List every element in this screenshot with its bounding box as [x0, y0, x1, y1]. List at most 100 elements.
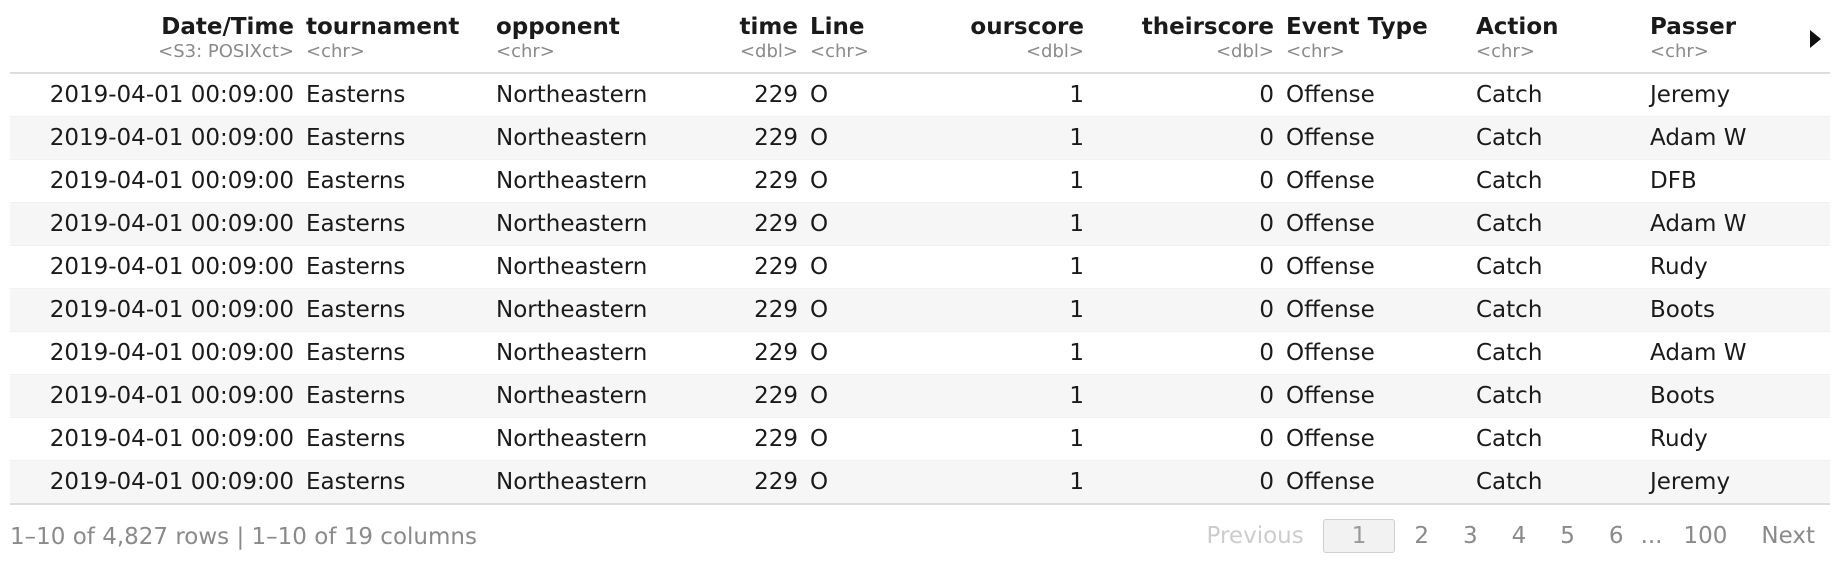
table-cell: O [804, 417, 916, 461]
table-cell: Adam W [1644, 116, 1804, 160]
column-type: <dbl> [1025, 41, 1084, 62]
table-cell: 2019-04-01 00:09:00 [10, 460, 300, 505]
table-cell: 229 [672, 288, 804, 332]
table-header-row: Date/Time <S3: POSIXct> tournament <chr> o… [10, 10, 1830, 74]
table-cell: 0 [1090, 374, 1280, 418]
column-header-event-type[interactable]: Event Type <chr> [1280, 10, 1470, 74]
page-2-button[interactable]: 2 [1399, 518, 1444, 554]
table-cell: 0 [1090, 202, 1280, 246]
column-type: <chr> [306, 41, 365, 62]
table-cell: O [804, 116, 916, 160]
row-filler [1804, 417, 1830, 461]
table-cell: Offense [1280, 374, 1470, 418]
table-cell: 2019-04-01 00:09:00 [10, 116, 300, 160]
column-name: tournament [306, 14, 460, 40]
column-header-time[interactable]: time <dbl> [672, 10, 804, 74]
page-6-button[interactable]: 6 [1594, 518, 1639, 554]
table-cell: Easterns [300, 116, 490, 160]
page-1-button[interactable]: 1 [1322, 519, 1396, 553]
next-button[interactable]: Next [1746, 518, 1830, 554]
column-header-opponent[interactable]: opponent <chr> [490, 10, 672, 74]
table-cell: 2019-04-01 00:09:00 [10, 288, 300, 332]
column-name: theirscore [1141, 14, 1274, 40]
table-cell: Northeastern [490, 417, 672, 461]
table-cell: 1 [916, 116, 1090, 160]
table-row: 2019-04-01 00:09:00 Easterns Northeastern 2… [10, 159, 1830, 203]
table-row: 2019-04-01 00:09:00 Easterns Northeastern 2… [10, 116, 1830, 160]
table-cell: Offense [1280, 460, 1470, 505]
table-row: 2019-04-01 00:09:00 Easterns Northeastern 2… [10, 245, 1830, 289]
column-type: <chr> [810, 41, 869, 62]
row-filler [1804, 116, 1830, 160]
previous-button[interactable]: Previous [1192, 518, 1319, 554]
page-4-button[interactable]: 4 [1497, 518, 1542, 554]
table-cell: 2019-04-01 00:09:00 [10, 331, 300, 375]
row-filler [1804, 460, 1830, 505]
table-cell: Northeastern [490, 460, 672, 505]
data-table-container: Date/Time <S3: POSIXct> tournament <chr> o… [10, 10, 1830, 505]
column-header-theirscore[interactable]: theirscore <dbl> [1090, 10, 1280, 74]
table-cell: 1 [916, 288, 1090, 332]
table-cell: Northeastern [490, 288, 672, 332]
table-cell: Easterns [300, 374, 490, 418]
row-filler [1804, 73, 1830, 117]
table-cell: 0 [1090, 460, 1280, 505]
table-cell: Northeastern [490, 159, 672, 203]
table-cell: 229 [672, 202, 804, 246]
table-cell: 2019-04-01 00:09:00 [10, 374, 300, 418]
row-filler [1804, 245, 1830, 289]
column-name: Line [810, 14, 865, 40]
table-cell: Rudy [1644, 417, 1804, 461]
column-header-ourscore[interactable]: ourscore <dbl> [916, 10, 1090, 74]
table-cell: Offense [1280, 73, 1470, 117]
table-cell: Easterns [300, 245, 490, 289]
table-cell: Catch [1470, 73, 1644, 117]
table-cell: Offense [1280, 202, 1470, 246]
table-cell: Offense [1280, 116, 1470, 160]
table-cell: Offense [1280, 159, 1470, 203]
table-cell: O [804, 331, 916, 375]
table-cell: 1 [916, 460, 1090, 505]
table-cell: 229 [672, 245, 804, 289]
column-header-passer[interactable]: Passer <chr> [1644, 10, 1804, 74]
page-3-button[interactable]: 3 [1448, 518, 1493, 554]
column-type: <chr> [1650, 41, 1709, 62]
table-cell: O [804, 73, 916, 117]
page-5-button[interactable]: 5 [1545, 518, 1590, 554]
column-type: <dbl> [739, 41, 798, 62]
table-cell: Jeremy [1644, 73, 1804, 117]
table-cell: 229 [672, 374, 804, 418]
table-cell: Jeremy [1644, 460, 1804, 505]
table-cell: 1 [916, 245, 1090, 289]
row-filler [1804, 331, 1830, 375]
column-header-line[interactable]: Line <chr> [804, 10, 916, 74]
table-cell: Easterns [300, 202, 490, 246]
table-cell: Boots [1644, 288, 1804, 332]
table-cell: DFB [1644, 159, 1804, 203]
table-cell: Catch [1470, 374, 1644, 418]
column-header-tournament[interactable]: tournament <chr> [300, 10, 490, 74]
table-cell: 1 [916, 417, 1090, 461]
table-cell: 1 [916, 374, 1090, 418]
table-cell: Rudy [1644, 245, 1804, 289]
table-cell: 0 [1090, 331, 1280, 375]
column-header-datetime[interactable]: Date/Time <S3: POSIXct> [10, 10, 300, 74]
table-cell: Easterns [300, 417, 490, 461]
table-cell: Catch [1470, 159, 1644, 203]
table-cell: Northeastern [490, 116, 672, 160]
column-name: time [739, 14, 798, 40]
table-cell: 2019-04-01 00:09:00 [10, 245, 300, 289]
column-type: <chr> [1286, 41, 1345, 62]
pagination: Previous 1 2 3 4 5 6 ... 100 Next [1188, 518, 1830, 554]
table-cell: 0 [1090, 159, 1280, 203]
page-100-button[interactable]: 100 [1669, 518, 1743, 554]
column-header-action[interactable]: Action <chr> [1470, 10, 1644, 74]
table-cell: 229 [672, 331, 804, 375]
triangle-right-icon[interactable] [1810, 30, 1821, 48]
table-cell: Catch [1470, 202, 1644, 246]
table-cell: Adam W [1644, 202, 1804, 246]
table-footer: 1–10 of 4,827 rows | 1–10 of 19 columns … [10, 518, 1830, 558]
table-cell: 229 [672, 73, 804, 117]
table-cell: Boots [1644, 374, 1804, 418]
next-columns-button[interactable] [1804, 10, 1830, 74]
